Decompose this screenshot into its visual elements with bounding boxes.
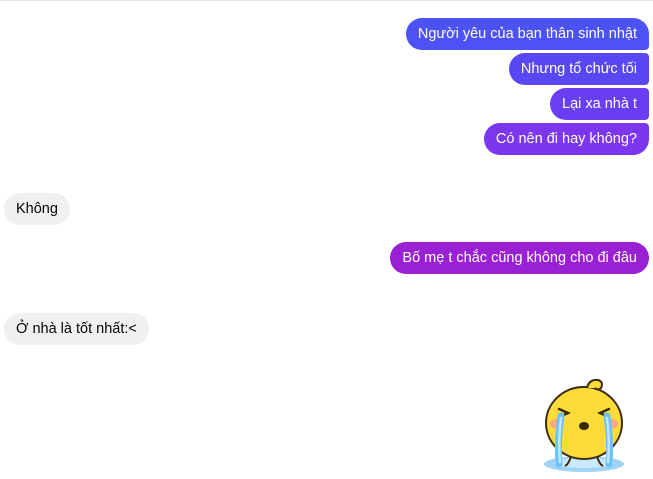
received-message-bubble[interactable]: Ở nhà là tốt nhất:<	[4, 313, 149, 345]
sent-message-bubble[interactable]: Bố mẹ t chắc cũng không cho đi đâu	[390, 242, 649, 274]
received-message-bubble[interactable]: Không	[4, 193, 70, 225]
sent-message-bubble[interactable]: Lại xa nhà t	[550, 88, 649, 120]
sent-message-bubble[interactable]: Nhưng tổ chức tối	[508, 53, 649, 85]
chat-conversation: Người yêu của bạn thân sinh nhật Nhưng t…	[0, 0, 653, 479]
crying-chick-sticker-icon[interactable]	[541, 376, 631, 476]
sent-message-bubble[interactable]: Có nên đi hay không?	[483, 123, 649, 155]
sent-message-bubble[interactable]: Người yêu của bạn thân sinh nhật	[405, 18, 649, 50]
